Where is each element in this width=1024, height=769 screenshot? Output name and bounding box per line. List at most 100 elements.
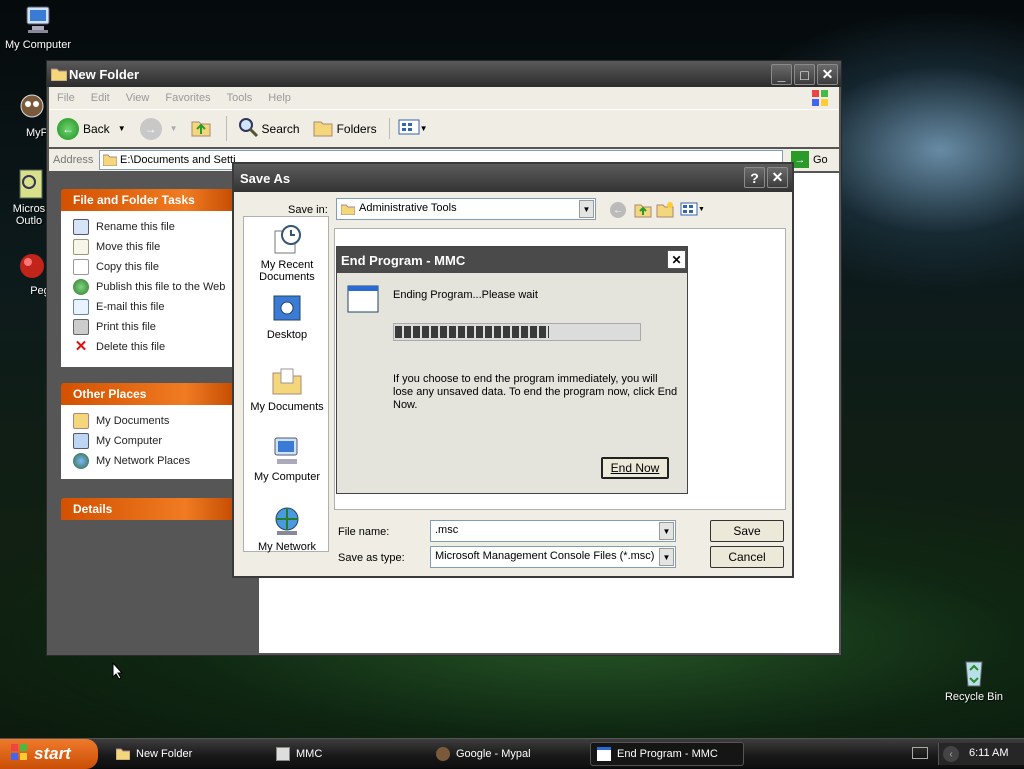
new-folder-icon[interactable] (656, 200, 674, 221)
end-program-message: If you choose to end the program immedia… (393, 373, 678, 411)
desktop-icon-recycle-bin[interactable]: Recycle Bin (936, 656, 1012, 703)
go-button[interactable]: → Go (791, 151, 828, 168)
task-move[interactable]: Move this file (73, 237, 239, 257)
my-documents-icon (271, 365, 303, 397)
close-button[interactable]: ✕ (767, 167, 788, 188)
end-now-button[interactable]: End Now (601, 457, 669, 479)
desktop-icon-label: My Computer (4, 39, 72, 51)
views-button[interactable]: ▼ (388, 118, 428, 139)
save-as-type-dropdown[interactable]: Microsoft Management Console Files (*.ms… (430, 546, 676, 568)
computer-icon (22, 4, 54, 36)
close-button[interactable]: ✕ (667, 250, 686, 269)
delete-x-icon: ✕ (74, 338, 88, 355)
desktop-icon-label: Micros Outlo (12, 203, 46, 227)
place-my-network[interactable]: My Network Places (73, 451, 239, 471)
task-rename[interactable]: Rename this file (73, 217, 239, 237)
menu-tools[interactable]: Tools (219, 92, 261, 104)
peg-icon (16, 250, 48, 282)
desktop-icon (271, 293, 303, 325)
up-folder-button[interactable] (190, 116, 212, 141)
place-my-documents[interactable]: My Documents (244, 365, 330, 413)
window-icon (347, 285, 379, 316)
desktop-icon-label: Recycle Bin (944, 691, 1004, 703)
end-program-dialog: End Program - MMC ✕ Ending Program...Ple… (336, 246, 688, 494)
panel-title: File and Folder Tasks (73, 193, 195, 207)
save-in-value: Administrative Tools (359, 202, 457, 214)
chevron-down-icon: ▼ (659, 548, 674, 566)
details-header[interactable]: Details (61, 498, 239, 520)
progress-bar (393, 323, 641, 341)
mmc-icon (276, 747, 290, 761)
taskbar: start New Folder MMC Google - Mypal End … (0, 738, 1024, 769)
other-places-body: My Documents My Computer My Network Plac… (61, 405, 239, 479)
explorer-title: New Folder (69, 66, 140, 82)
taskbar-item-mypal[interactable]: Google - Mypal (430, 742, 586, 766)
file-name-value: .msc (435, 524, 459, 536)
cancel-button[interactable]: Cancel (710, 546, 784, 568)
view-menu-icon[interactable]: ▼ (680, 202, 705, 216)
desktop-icon-my-computer[interactable]: My Computer (0, 4, 76, 51)
network-icon (73, 453, 89, 469)
taskbar-item-end-program[interactable]: End Program - MMC (590, 742, 744, 766)
place-my-computer[interactable]: My Computer (73, 431, 239, 451)
save-in-label: Save in: (288, 204, 328, 216)
up-folder-icon[interactable] (634, 200, 652, 221)
end-program-titlebar[interactable]: End Program - MMC (337, 247, 687, 273)
other-places-header[interactable]: Other Places (61, 383, 239, 405)
close-button[interactable]: ✕ (817, 64, 838, 85)
back-dropdown-icon[interactable]: ▼ (118, 124, 126, 133)
menu-help[interactable]: Help (260, 92, 299, 104)
chevron-down-icon[interactable]: ▼ (659, 522, 674, 540)
globe-icon (73, 279, 89, 295)
windows-logo-icon (811, 89, 829, 110)
folders-button[interactable]: Folders (312, 116, 377, 141)
clock: 6:11 AM (969, 747, 1009, 759)
search-button[interactable]: Search (225, 116, 300, 141)
maximize-button[interactable]: □ (794, 64, 815, 85)
task-publish[interactable]: Publish this file to the Web (73, 277, 239, 297)
menu-file[interactable]: File (49, 92, 83, 104)
back-icon[interactable]: ← (610, 202, 626, 218)
menu-favorites[interactable]: Favorites (157, 92, 218, 104)
save-button[interactable]: Save (710, 520, 784, 542)
outlook-icon (14, 168, 46, 200)
file-name-input[interactable]: .msc ▼ (430, 520, 676, 542)
address-label: Address (53, 154, 94, 166)
save-in-dropdown[interactable]: Administrative Tools ▼ (336, 198, 596, 220)
place-desktop[interactable]: Desktop (244, 293, 330, 341)
minimize-button[interactable]: _ (771, 64, 792, 85)
start-button[interactable]: start (0, 739, 98, 769)
help-button[interactable]: ? (744, 167, 765, 188)
forward-button[interactable]: → ▼ (139, 117, 178, 140)
save-as-titlebar[interactable]: Save As (234, 164, 792, 192)
place-my-network[interactable]: My Network (244, 505, 330, 553)
place-recent-documents[interactable]: My Recent Documents (244, 223, 330, 283)
network-icon (271, 505, 303, 537)
folders-icon (312, 116, 334, 141)
task-delete[interactable]: ✕ Delete this file (73, 337, 239, 357)
file-folder-tasks-header[interactable]: File and Folder Tasks (61, 189, 239, 211)
forward-arrow-icon: → (139, 117, 162, 140)
recycle-bin-icon (958, 656, 990, 688)
windows-logo-icon (10, 743, 28, 766)
explorer-titlebar[interactable]: New Folder (47, 61, 841, 87)
start-label: start (34, 744, 71, 763)
task-pane: File and Folder Tasks Rename this file M… (49, 173, 259, 653)
move-icon (73, 239, 89, 255)
menu-edit[interactable]: Edit (83, 92, 118, 104)
place-my-computer[interactable]: My Computer (244, 435, 330, 483)
taskbar-item-mmc[interactable]: MMC (270, 742, 426, 766)
task-email[interactable]: E-mail this file (73, 297, 239, 317)
end-program-title: End Program - MMC (341, 252, 466, 268)
menu-view[interactable]: View (118, 92, 158, 104)
task-print[interactable]: Print this file (73, 317, 239, 337)
chevron-left-icon[interactable]: ‹ (943, 746, 959, 762)
window-icon (597, 747, 611, 761)
keyboard-icon[interactable] (912, 747, 928, 759)
back-button[interactable]: ← Back ▼ (57, 117, 126, 140)
taskbar-item-new-folder[interactable]: New Folder (110, 742, 266, 766)
place-my-documents[interactable]: My Documents (73, 411, 239, 431)
file-folder-tasks-body: Rename this file Move this file Copy thi… (61, 211, 239, 367)
printer-icon (73, 319, 89, 335)
task-copy[interactable]: Copy this file (73, 257, 239, 277)
